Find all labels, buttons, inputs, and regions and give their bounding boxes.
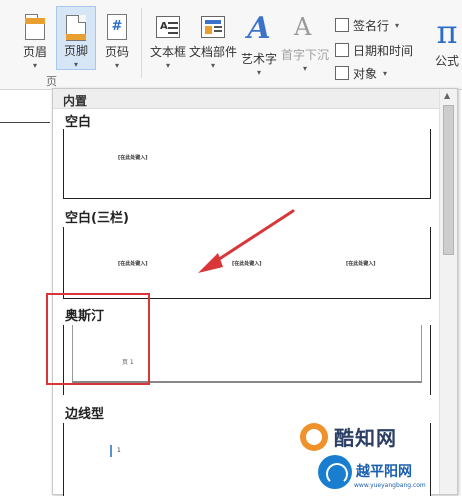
header-label: 页眉	[22, 45, 47, 59]
chevron-down-icon: ▾	[210, 61, 215, 70]
object-icon	[335, 66, 349, 80]
scroll-up-icon[interactable]: ▲	[444, 91, 450, 100]
textbox-icon: A	[155, 14, 181, 38]
chevron-down-icon: ▾	[32, 61, 37, 70]
date-time-button[interactable]: 日期和时间	[335, 41, 413, 59]
group-label: 页	[46, 75, 57, 88]
equation-button[interactable]: π 公式	[432, 6, 462, 70]
quick-parts-button[interactable]: 文档部件 ▾	[188, 6, 238, 70]
footer-label: 页脚	[63, 44, 88, 58]
date-time-label: 日期和时间	[353, 43, 414, 58]
drop-cap-button[interactable]: A 首字下沉 ▾	[280, 6, 330, 73]
footer-gallery-dropdown: 内置 ▲ 空白 [在此处键入] 空白(三栏) [在此处键入] [在此处键入] […	[52, 88, 458, 496]
gallery-item-border-line-title: 边线型	[65, 407, 105, 422]
textbox-label: 文本框	[149, 45, 186, 59]
chevron-down-icon: ▾	[73, 60, 78, 69]
chevron-down-icon: ▾	[114, 61, 119, 70]
chevron-down-icon: ▾	[395, 20, 400, 30]
watermark-logo: 酷知网	[300, 422, 397, 451]
drop-cap-label: 首字下沉	[280, 48, 329, 62]
document-margin-line	[0, 122, 50, 123]
wordart-label: 艺术字	[240, 52, 277, 66]
pi-icon: π	[436, 13, 458, 51]
placeholder-text: [在此处键入]	[118, 155, 148, 161]
page-number-icon: #	[104, 14, 130, 40]
gallery-item-blank-three-title: 空白(三栏)	[65, 211, 129, 226]
chevron-down-icon: ▾	[256, 68, 261, 77]
red-arrow-annotation	[198, 209, 295, 273]
header-icon	[22, 14, 48, 40]
watermark-brand: 酷知网	[334, 426, 397, 450]
page-number-button[interactable]: # 页码 ▾	[100, 6, 134, 70]
signature-line-button[interactable]: 签名行 ▾	[335, 16, 399, 34]
object-button[interactable]: 对象 ▾	[335, 64, 387, 82]
equation-label: 公式	[434, 54, 459, 68]
gallery-item-blank[interactable]: [在此处键入]	[63, 129, 431, 199]
signature-line-label: 签名行	[353, 18, 390, 33]
object-label: 对象	[353, 66, 378, 81]
wordart-button[interactable]: A 艺术字 ▾	[240, 6, 278, 77]
page-number-label: 页码	[104, 45, 129, 59]
scroll-thumb[interactable]	[443, 105, 454, 255]
chevron-down-icon: ▾	[165, 61, 170, 70]
document-area[interactable]	[0, 91, 50, 495]
wordart-icon: A	[247, 11, 271, 46]
page-number-text: 1	[110, 445, 121, 457]
watermark-brand-2: 越平阳网	[356, 464, 412, 480]
watermark-circle-icon	[300, 422, 328, 451]
calendar-icon	[335, 43, 349, 57]
watermark-url: www.yueyangbang.com	[354, 482, 426, 489]
textbox-button[interactable]: A 文本框 ▾	[148, 6, 188, 70]
gallery-item-blank-title: 空白	[65, 115, 92, 130]
watermark-wifi-icon	[318, 455, 352, 489]
group-separator	[141, 8, 142, 78]
footer-button[interactable]: 页脚 ▾	[56, 6, 96, 70]
footer-icon	[63, 15, 89, 41]
drop-cap-icon: A	[294, 13, 312, 41]
quick-parts-icon	[200, 14, 226, 38]
ribbon: 页眉 ▾ 页脚 ▾ # 页码 ▾ 页 A 文本框 ▾ 文档部件 ▾ A 艺术字 …	[0, 0, 462, 90]
gallery-scrollbar[interactable]: ▲	[439, 89, 457, 494]
quick-parts-label: 文档部件	[188, 45, 237, 59]
placeholder-text: [在此处键入]	[118, 261, 148, 267]
chevron-down-icon: ▾	[383, 68, 388, 78]
placeholder-text: [在此处键入]	[346, 261, 376, 267]
chevron-down-icon: ▾	[302, 64, 307, 73]
gallery-section-header: 内置	[53, 89, 439, 109]
header-button[interactable]: 页眉 ▾	[18, 6, 52, 70]
highlight-box	[46, 293, 150, 385]
signature-icon	[335, 18, 349, 32]
